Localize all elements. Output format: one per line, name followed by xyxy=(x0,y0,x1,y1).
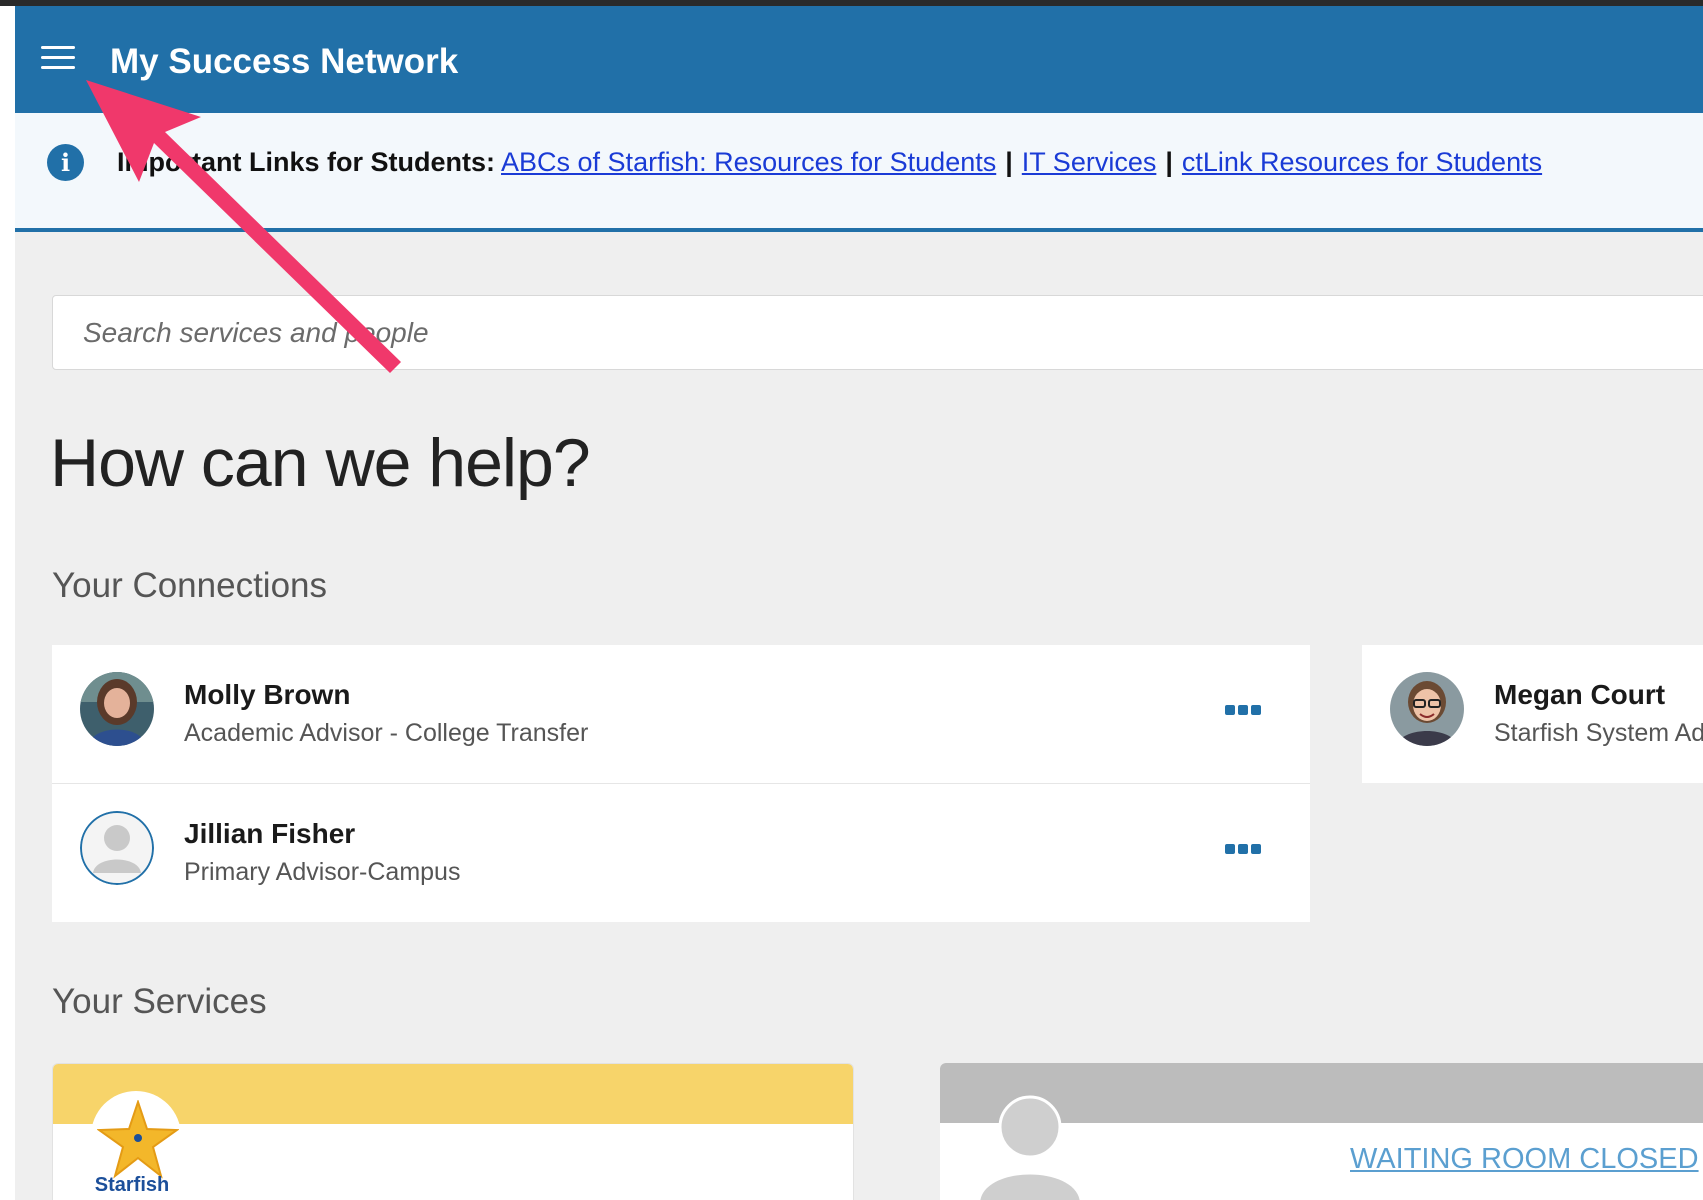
service-card-starfish[interactable]: Starfish xyxy=(52,1063,854,1200)
connection-role: Primary Advisor-Campus xyxy=(184,858,461,886)
waiting-room-status-link[interactable]: WAITING ROOM CLOSED xyxy=(1350,1143,1699,1176)
link-abcs-of-starfish[interactable]: ABCs of Starfish: Resources for Students xyxy=(501,147,996,177)
connection-name: Jillian Fisher xyxy=(184,818,356,849)
connection-name: Megan Court xyxy=(1494,679,1666,710)
page-heading: How can we help? xyxy=(50,425,591,501)
avatar xyxy=(1390,672,1464,746)
starfish-logo-icon xyxy=(97,1100,179,1179)
link-separator: | xyxy=(1005,147,1013,177)
avatar-placeholder-icon xyxy=(80,811,154,885)
window-left-edge xyxy=(0,6,15,1200)
connection-row[interactable]: Molly Brown Academic Advisor - College T… xyxy=(52,645,1310,783)
services-heading: Your Services xyxy=(52,982,267,1021)
connection-card[interactable]: Megan Court Starfish System Ad xyxy=(1362,645,1703,783)
connection-name: Molly Brown xyxy=(184,679,351,710)
connections-card: Molly Brown Academic Advisor - College T… xyxy=(52,645,1310,922)
starfish-logo-text: Starfish xyxy=(94,1174,170,1196)
app-frame: My Success Network i Important Links for… xyxy=(15,6,1703,1200)
connection-role: Academic Advisor - College Transfer xyxy=(184,719,589,747)
more-options-icon[interactable] xyxy=(1225,844,1265,860)
person-placeholder-icon xyxy=(980,1095,1080,1200)
connections-heading: Your Connections xyxy=(52,566,328,605)
service-card-waiting-room[interactable]: WAITING ROOM CLOSED xyxy=(940,1063,1703,1200)
link-separator: | xyxy=(1165,147,1173,177)
avatar xyxy=(80,672,154,746)
annotation-arrow xyxy=(86,80,401,373)
link-it-services[interactable]: IT Services xyxy=(1022,147,1157,177)
more-options-icon[interactable] xyxy=(1225,705,1265,721)
connection-row[interactable]: Jillian Fisher Primary Advisor-Campus xyxy=(52,783,1310,922)
connection-role: Starfish System Ad xyxy=(1494,719,1703,747)
link-ctlink-resources[interactable]: ctLink Resources for Students xyxy=(1182,147,1542,177)
